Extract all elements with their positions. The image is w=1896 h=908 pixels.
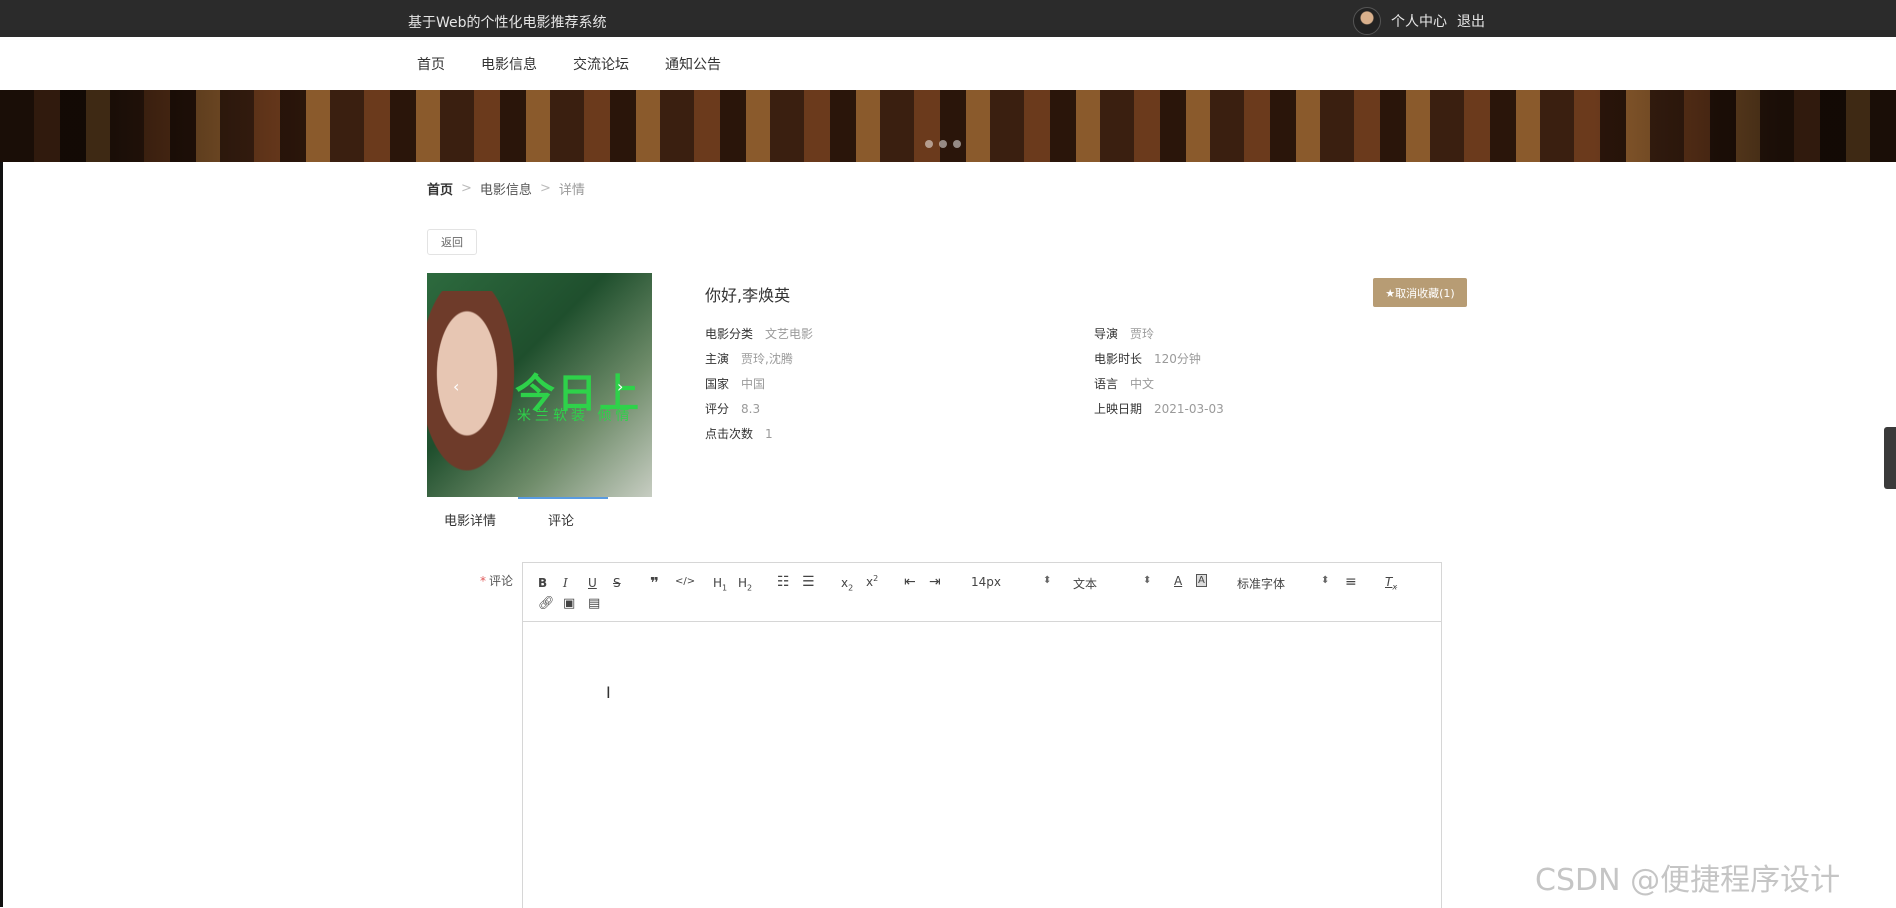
chevron-left-icon[interactable]: ‹ [453,377,459,396]
paragraph-value: 文本 [1073,577,1098,591]
user-center-link[interactable]: 个人中心 [1391,11,1447,31]
breadcrumb: 首页 > 电影信息 > 详情 [427,179,585,198]
font-size-value: 14px [971,575,1001,589]
font-color-icon[interactable]: A [1174,574,1182,588]
link-icon[interactable]: 🔗︎ [538,596,555,611]
select-arrows-icon: ⬍ [1321,575,1330,586]
info-rating: 评分 8.3 [705,400,760,417]
field-label: 语言 [1094,377,1119,391]
info-country: 国家 中国 [705,375,765,392]
bullet-list-icon[interactable]: ☰ [802,574,815,590]
nav-item-home[interactable]: 首页 [417,54,445,74]
image-icon[interactable]: ▣ [563,596,575,611]
field-value: 8.3 [741,402,761,416]
tab-comments[interactable]: 评论 [548,510,574,529]
poster-subline: 米兰软装 倾情 [517,408,634,424]
nav-item-movies[interactable]: 电影信息 [481,54,537,74]
info-language: 语言 中文 [1094,375,1154,392]
breadcrumb-current: 详情 [558,183,585,198]
video-icon[interactable]: ▤ [588,596,600,611]
comment-label: * 评论 [480,572,513,589]
field-value: 贾玲,沈腾 [741,352,793,366]
logout-link[interactable]: 退出 [1457,11,1485,31]
select-arrows-icon: ⬍ [1143,575,1152,586]
active-tab-indicator [518,497,608,499]
user-area: 个人中心 退出 [1353,7,1485,35]
font-size-select[interactable]: 14px ⬍ [971,575,1052,589]
field-label: 国家 [705,377,730,391]
field-value: 中文 [1130,377,1155,391]
watermark: CSDN @便捷程序设计 [1535,863,1841,898]
field-label: 上映日期 [1094,402,1143,416]
blockquote-icon[interactable]: ❞ [650,574,659,592]
subscript-icon[interactable]: x2 [841,576,853,592]
info-category: 电影分类 文艺电影 [705,325,813,342]
field-label: 电影分类 [705,327,754,341]
underline-icon[interactable]: U [588,576,597,590]
font-family-value: 标准字体 [1237,577,1286,591]
outdent-icon[interactable]: ⇤ [904,574,916,590]
poster-figure [427,291,527,497]
breadcrumb-movies[interactable]: 电影信息 [480,179,532,198]
side-toggle-handle[interactable] [1884,427,1896,489]
superscript-icon[interactable]: x2 [866,574,878,589]
info-release-date: 上映日期 2021-03-03 [1094,400,1224,417]
movie-title: 你好,李焕英 [705,286,791,305]
align-icon[interactable]: ≡ [1345,574,1357,590]
editor-toolbar: B I U S ❞ </> H1 H2 ☷ ☰ x2 x2 ⇤ ⇥ 14px ⬍ … [523,563,1441,622]
font-family-select[interactable]: 标准字体 ⬍ [1237,575,1329,592]
heading1-icon[interactable]: H1 [713,576,727,592]
field-value: 贾玲 [1130,327,1155,341]
tab-movie-details[interactable]: 电影详情 [444,510,496,529]
movie-poster: 今日上 米兰软装 倾情 ‹ › [427,273,652,497]
paragraph-select[interactable]: 文本 ⬍ [1073,575,1151,592]
clear-format-icon[interactable]: Tx [1385,575,1397,591]
breadcrumb-separator: > [461,181,472,196]
field-label: 电影时长 [1094,352,1143,366]
info-duration: 电影时长 120分钟 [1094,350,1201,367]
site-title: 基于Web的个性化电影推荐系统 [408,15,607,31]
info-director: 导演 贾玲 [1094,325,1154,342]
nav-item-notices[interactable]: 通知公告 [665,54,721,74]
carousel-dot[interactable] [953,140,961,148]
comment-label-text: 评论 [489,574,514,588]
ordered-list-icon[interactable]: ☷ [777,574,790,590]
back-button[interactable]: 返回 [427,229,477,255]
field-label: 主演 [705,352,730,366]
info-click-count: 点击次数 1 [705,425,773,442]
info-cast: 主演 贾玲,沈腾 [705,350,793,367]
avatar[interactable] [1353,7,1381,35]
field-label: 点击次数 [705,427,754,441]
field-value: 1 [765,427,773,441]
field-value: 2021-03-03 [1154,402,1224,416]
field-label: 评分 [705,402,730,416]
background-color-icon[interactable]: A [1196,574,1207,587]
select-arrows-icon: ⬍ [1043,575,1052,586]
main-nav: 首页 电影信息 交流论坛 通知公告 [0,37,1896,90]
banner-carousel[interactable] [0,90,1896,162]
rich-text-editor[interactable]: B I U S ❞ </> H1 H2 ☷ ☰ x2 x2 ⇤ ⇥ 14px ⬍ … [522,562,1442,908]
field-value: 120分钟 [1154,352,1201,366]
field-label: 导演 [1094,327,1119,341]
field-value: 文艺电影 [765,327,814,341]
code-block-icon[interactable]: </> [675,576,695,587]
text-cursor-icon: I [606,683,611,702]
top-bar: 基于Web的个性化电影推荐系统 个人中心 退出 [0,0,1896,37]
italic-icon[interactable]: I [563,576,568,590]
required-mark: * [480,574,486,588]
breadcrumb-separator: > [539,181,551,196]
bold-icon[interactable]: B [538,576,547,590]
carousel-dot[interactable] [939,140,947,148]
heading2-icon[interactable]: H2 [738,576,752,592]
indent-icon[interactable]: ⇥ [929,574,941,590]
chevron-right-icon[interactable]: › [617,377,623,396]
carousel-indicators [925,140,961,148]
breadcrumb-home[interactable]: 首页 [427,179,453,198]
unfavorite-button[interactable]: ★取消收藏(1) [1373,278,1467,307]
carousel-dot[interactable] [925,140,933,148]
nav-item-forum[interactable]: 交流论坛 [573,54,629,74]
field-value: 中国 [741,377,766,391]
strikethrough-icon[interactable]: S [613,576,621,590]
